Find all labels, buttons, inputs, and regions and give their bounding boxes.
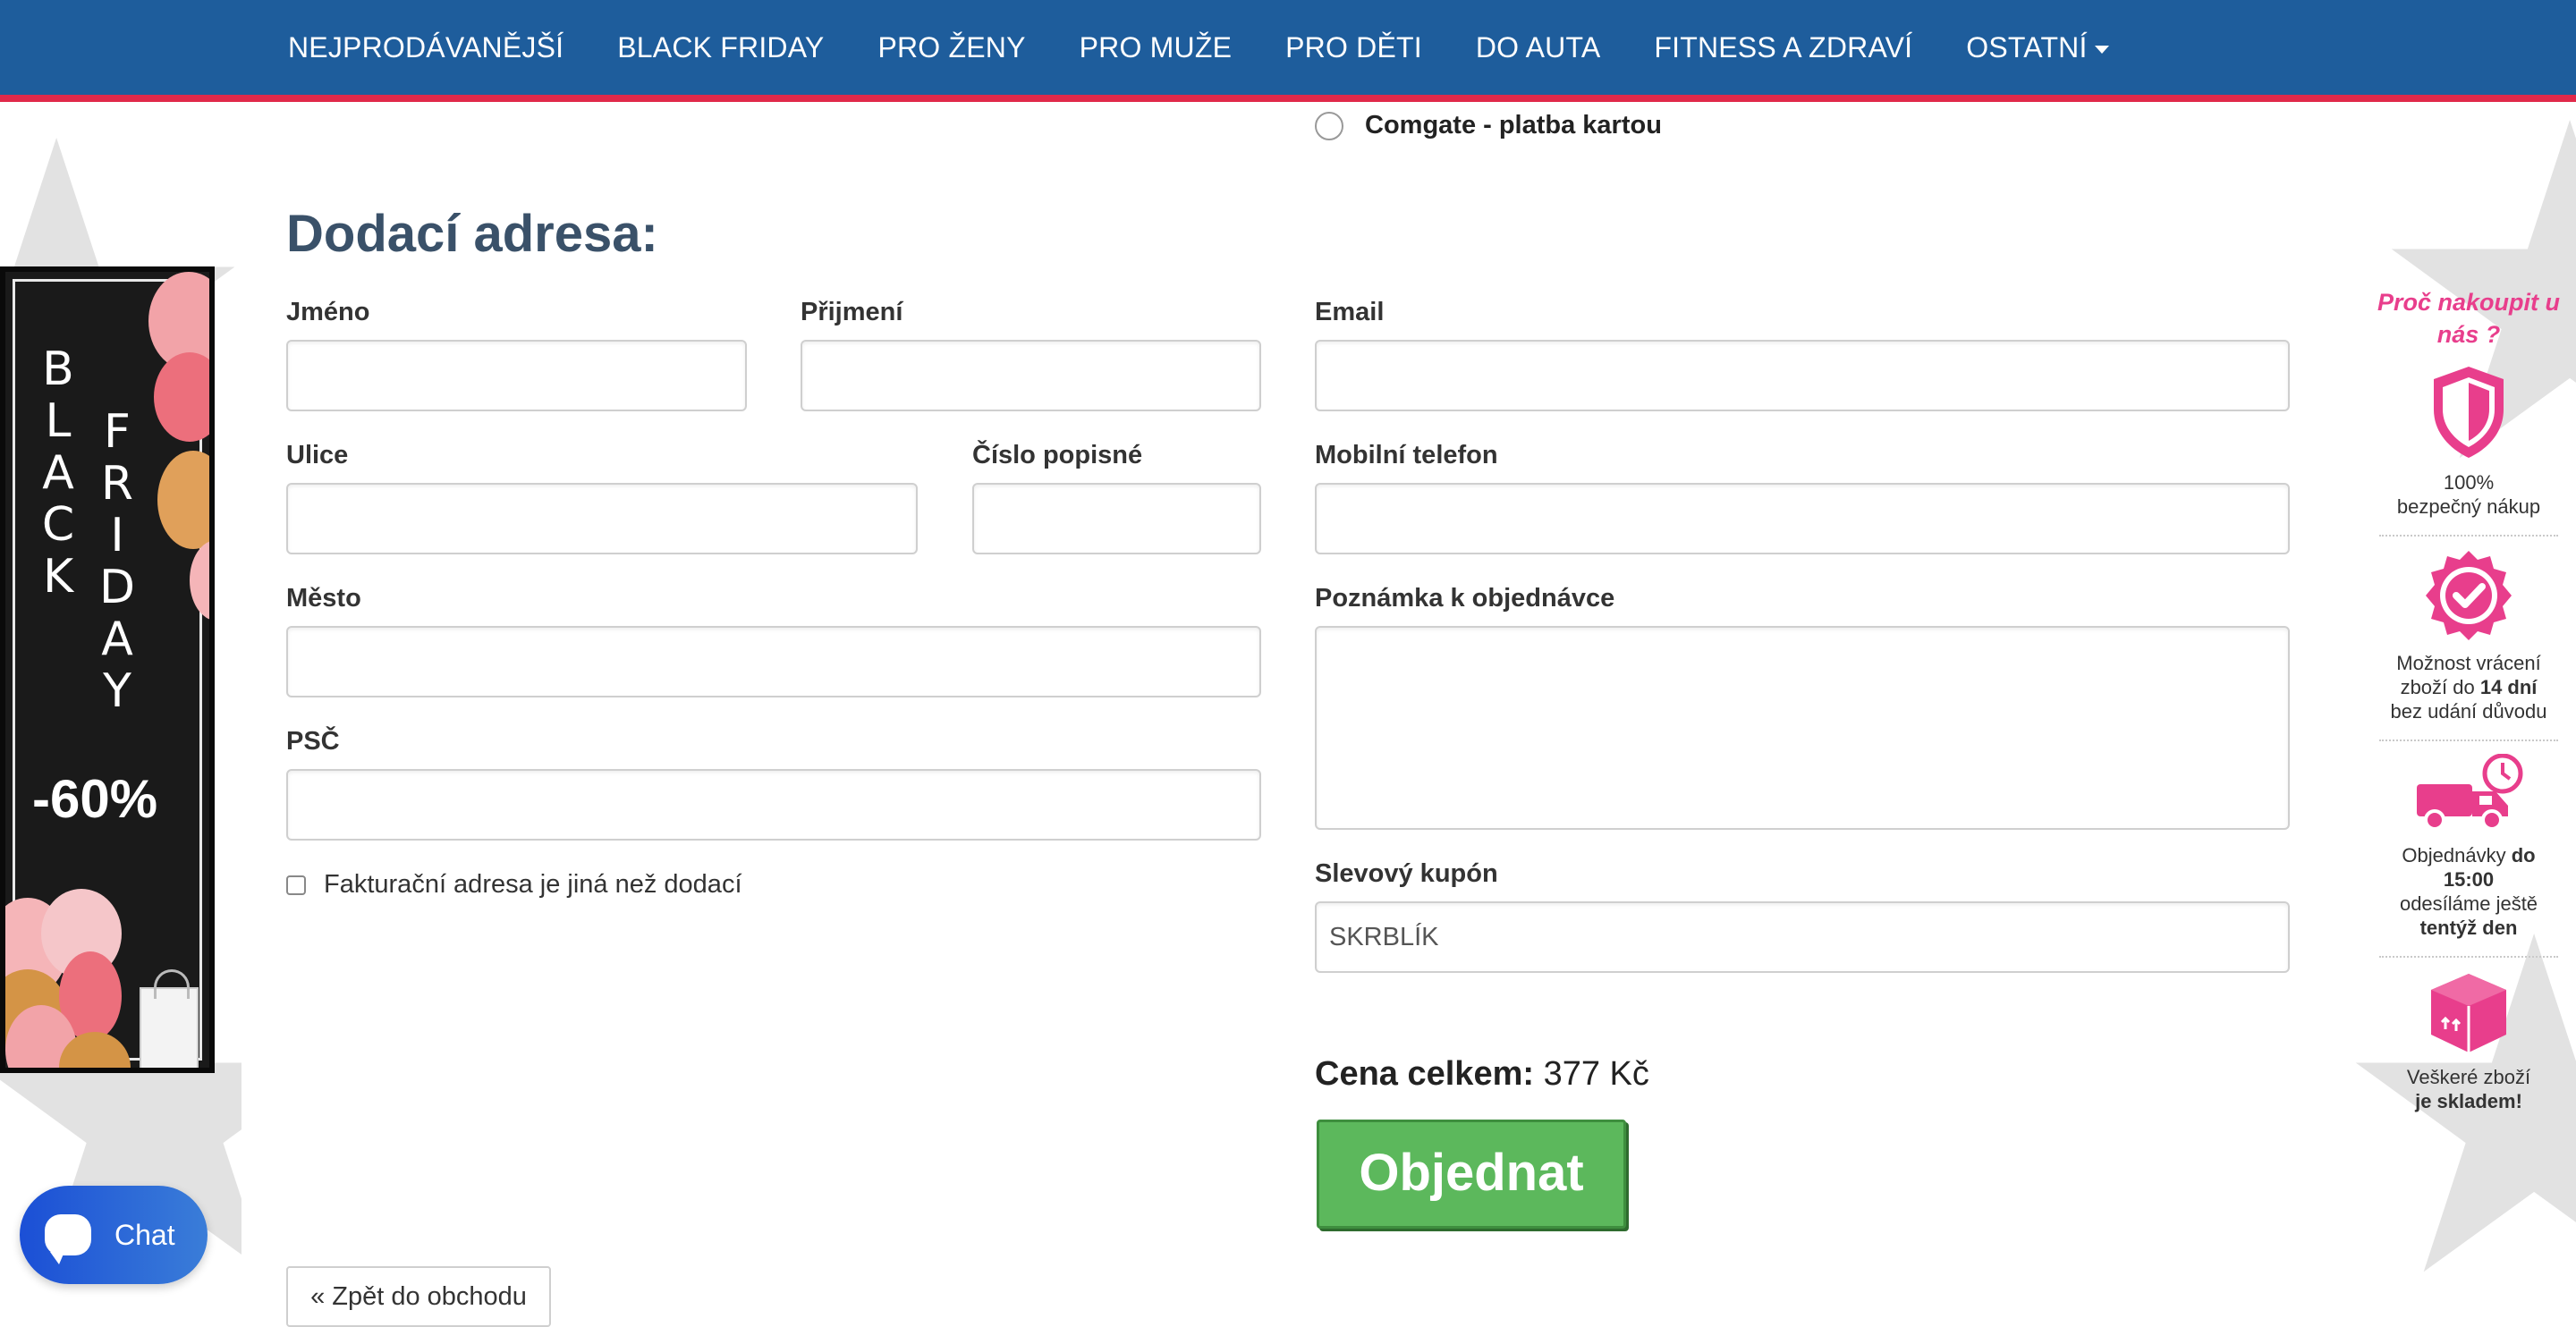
payment-option-comgate[interactable]: Comgate - platba kartou <box>1315 111 1662 140</box>
banner-word-friday: F R I D A Y <box>95 406 140 717</box>
city-input[interactable] <box>286 626 1261 697</box>
delivery-address-title: Dodací adresa: <box>286 205 658 263</box>
nav-item-car[interactable]: DO AUTA <box>1476 31 1601 64</box>
house-number-label: Číslo popisné <box>972 441 1143 469</box>
house-number-input[interactable] <box>972 483 1261 554</box>
house-number-group: Číslo popisné <box>972 441 1261 554</box>
banner-letter: A <box>42 446 74 500</box>
banner-letter: Y <box>103 664 131 718</box>
email-label: Email <box>1315 298 1385 326</box>
street-group: Ulice <box>286 441 918 554</box>
nav-item-fitness[interactable]: FITNESS A ZDRAVÍ <box>1654 31 1912 64</box>
box-icon <box>2431 974 2506 1052</box>
order-note-textarea[interactable] <box>1315 626 2290 830</box>
zip-label: PSČ <box>286 727 340 756</box>
order-note-label: Poznámka k objednávce <box>1315 584 1615 613</box>
coupon-label: Slevový kupón <box>1315 859 1498 888</box>
why-returns-line2-text: zboží do <box>2400 676 2480 698</box>
total-label: Cena celkem: <box>1315 1055 1535 1093</box>
city-group: Město <box>286 584 1261 697</box>
banner-letter: C <box>41 498 75 552</box>
billing-address-label: Fakturační adresa je jiná než dodací <box>324 870 742 899</box>
why-shipping-sameday: tentýž den <box>2419 917 2518 939</box>
banner-letter: R <box>100 457 134 511</box>
city-label: Město <box>286 584 361 613</box>
billing-address-toggle[interactable]: Fakturační adresa je jiná než dodací <box>286 870 742 900</box>
first-name-label: Jméno <box>286 298 370 326</box>
first-name-group: Jméno <box>286 298 747 411</box>
why-secure-line1: 100% <box>2443 471 2495 494</box>
why-shipping-line1: Objednávky do 15:00 <box>2379 843 2558 892</box>
nav-item-men[interactable]: PRO MUŽE <box>1080 31 1233 64</box>
coupon-input[interactable] <box>1315 901 2290 973</box>
nav-item-women[interactable]: PRO ŽENY <box>877 31 1025 64</box>
coupon-group: Slevový kupón <box>1315 859 2290 973</box>
phone-label: Mobilní telefon <box>1315 441 1498 469</box>
chat-bubble-icon <box>45 1214 91 1264</box>
last-name-label: Přijmení <box>801 298 903 326</box>
why-item-returns: Možnost vrácení zboží do 14 dní bez udán… <box>2379 537 2558 741</box>
total-value: 377 Kč <box>1543 1055 1649 1093</box>
last-name-group: Přijmení <box>801 298 1261 411</box>
truck-clock-icon <box>2417 754 2523 831</box>
chat-button[interactable]: Chat <box>20 1186 208 1284</box>
why-returns-line2: zboží do 14 dní <box>2379 675 2558 699</box>
back-to-shop-button[interactable]: « Zpět do obchodu <box>286 1266 551 1327</box>
why-stock-line1: Veškeré zboží <box>2406 1066 2531 1088</box>
banner-letter: D <box>98 561 136 614</box>
badge-check-icon <box>2426 551 2512 640</box>
why-shipping-line2: odesíláme ještě <box>2399 892 2538 915</box>
street-input[interactable] <box>286 483 918 554</box>
zip-input[interactable] <box>286 769 1261 841</box>
chat-label: Chat <box>114 1218 175 1251</box>
nav-item-other-dropdown[interactable]: OSTATNÍ <box>1966 30 2109 64</box>
payment-option-label: Comgate - platba kartou <box>1365 111 1662 139</box>
why-buy-sidebar: Proč nakoupit u nás ? 100% bezpečný náku… <box>2361 286 2576 1129</box>
banner-letter: B <box>42 342 74 396</box>
banner-letter: A <box>101 613 133 666</box>
why-returns-days: 14 dní <box>2479 676 2538 698</box>
order-button[interactable]: Objednat <box>1317 1120 1626 1229</box>
banner-letter: F <box>104 405 131 459</box>
last-name-input[interactable] <box>801 340 1261 411</box>
email-input[interactable] <box>1315 340 2290 411</box>
caret-down-icon <box>2094 45 2109 54</box>
why-item-stock: Veškeré zboží je skladem! <box>2379 958 2558 1129</box>
why-stock-line2: je skladem! <box>2379 1089 2558 1113</box>
why-item-secure: 100% bezpečný nákup <box>2379 351 2558 537</box>
banner-letter: I <box>110 509 124 562</box>
first-name-input[interactable] <box>286 340 747 411</box>
why-secure-line2: bezpečný nákup <box>2396 495 2541 518</box>
why-item-shipping: Objednávky do 15:00 odesíláme ještě tent… <box>2379 741 2558 958</box>
black-friday-banner[interactable]: B L A C K F R I D A Y -60% <box>0 266 215 1073</box>
banner-word-black: B L A C K <box>36 343 80 603</box>
order-note-group: Poznámka k objednávce <box>1315 584 2290 830</box>
why-stock-bold: je skladem! <box>2415 1090 2522 1112</box>
nav-item-bestsellers[interactable]: NEJPRODÁVANĚJŠÍ <box>288 31 564 64</box>
why-shipping-line1-text: Objednávky <box>2402 844 2512 866</box>
email-group: Email <box>1315 298 2290 411</box>
shield-icon <box>2434 367 2504 458</box>
order-total: Cena celkem: 377 Kč <box>1315 1055 1649 1094</box>
payment-radio[interactable] <box>1315 111 1343 140</box>
top-navigation: NEJPRODÁVANĚJŠÍ BLACK FRIDAY PRO ŽENY PR… <box>0 0 2576 102</box>
zip-group: PSČ <box>286 727 1261 841</box>
why-buy-title: Proč nakoupit u nás ? <box>2377 289 2561 348</box>
nav-item-kids[interactable]: PRO DĚTI <box>1285 31 1422 64</box>
banner-letter: L <box>45 394 72 448</box>
banner-discount: -60% <box>32 769 158 829</box>
billing-address-checkbox[interactable] <box>286 875 306 895</box>
banner-letter: K <box>42 550 74 604</box>
why-returns-line3: bez udání důvodu <box>2390 700 2547 723</box>
phone-input[interactable] <box>1315 483 2290 554</box>
nav-item-black-friday[interactable]: BLACK FRIDAY <box>617 31 824 64</box>
why-shipping-line3: tentýž den <box>2379 916 2558 940</box>
why-returns-line1: Možnost vrácení <box>2396 652 2541 674</box>
street-label: Ulice <box>286 441 349 469</box>
phone-group: Mobilní telefon <box>1315 441 2290 554</box>
shopping-bag-icon <box>140 969 199 1068</box>
nav-item-other-label: OSTATNÍ <box>1966 30 2088 63</box>
